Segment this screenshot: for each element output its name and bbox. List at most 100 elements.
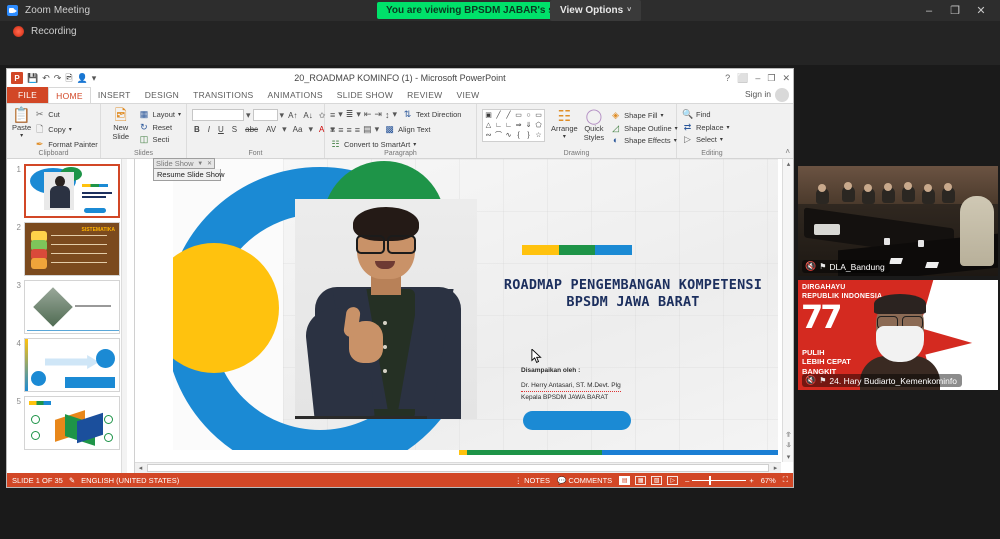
shape-line-icon[interactable]: ╱ bbox=[494, 111, 503, 120]
maximize-button[interactable]: ❐ bbox=[942, 0, 968, 21]
sign-in-link[interactable]: Sign in bbox=[745, 89, 771, 99]
shape-oval-icon[interactable]: ○ bbox=[524, 111, 533, 120]
ppt-restore-button[interactable]: ❐ bbox=[767, 73, 775, 84]
thumbnail-item-3[interactable]: 3 bbox=[7, 278, 134, 336]
select-button[interactable]: ▷ Select ▾ bbox=[682, 134, 730, 145]
video-tile-dla-bandung[interactable]: 🔇 ⚑ DLA_Bandung bbox=[798, 166, 998, 276]
current-slide[interactable]: ROADMAP PENGEMBANGAN KOMPETENSI BPSDM JA… bbox=[173, 159, 778, 455]
resume-slide-show-menu-item[interactable]: Resume Slide Show bbox=[153, 169, 225, 181]
shape-elbow-icon[interactable]: ∟ bbox=[494, 121, 503, 130]
previous-slide-button[interactable]: ⥣ bbox=[783, 432, 793, 440]
help-button[interactable]: ? bbox=[725, 73, 730, 83]
video-tile-hary-budiarto[interactable]: DIRGAHAYU REPUBLIK INDONESIA 77 PULIH LE… bbox=[798, 280, 998, 390]
shape-lbrace-icon[interactable]: { bbox=[514, 131, 523, 140]
redo-icon[interactable]: ↷ bbox=[54, 73, 62, 83]
shape-arrow-icon[interactable]: ╱ bbox=[504, 111, 513, 120]
thumbnail-image[interactable]: SISTEMATIKA bbox=[24, 222, 120, 276]
format-painter-button[interactable]: ✒ Format Painter bbox=[34, 139, 98, 150]
reset-button[interactable]: ↻ Reset bbox=[138, 122, 181, 133]
thumbnail-image[interactable] bbox=[24, 280, 120, 334]
character-spacing-icon[interactable]: AV bbox=[264, 125, 278, 134]
shape-rect-icon[interactable]: ▭ bbox=[514, 111, 523, 120]
text-direction-button[interactable]: ⇅ Text Direction bbox=[402, 109, 462, 120]
zoom-in-button[interactable]: + bbox=[749, 476, 753, 485]
pin-icon[interactable]: ⚑ bbox=[819, 262, 826, 271]
new-slide-button[interactable]: 🖻 New Slide bbox=[106, 108, 135, 141]
align-text-button[interactable]: ▩ Align Text bbox=[384, 124, 430, 135]
replace-button[interactable]: ⇄ Replace ▾ bbox=[682, 122, 730, 133]
shape-star-icon[interactable]: ☆ bbox=[534, 131, 543, 140]
chevron-down-icon[interactable]: ▼ bbox=[197, 161, 203, 167]
tab-design[interactable]: DESIGN bbox=[138, 87, 186, 103]
collapse-ribbon-button[interactable]: ˄ bbox=[785, 147, 790, 156]
slide-editing-area[interactable]: ROADMAP PENGEMBANGAN KOMPETENSI BPSDM JA… bbox=[135, 159, 793, 473]
justify-icon[interactable]: ≡ bbox=[355, 125, 360, 135]
ppt-minimize-button[interactable]: – bbox=[755, 73, 760, 83]
ppt-close-button[interactable]: ✕ bbox=[782, 73, 790, 84]
account-avatar-icon[interactable] bbox=[775, 88, 789, 102]
tab-home[interactable]: HOME bbox=[48, 87, 91, 103]
thumbnail-image[interactable] bbox=[24, 164, 120, 218]
shape-scribble-icon[interactable]: ∾ bbox=[484, 131, 493, 140]
zoom-knob[interactable] bbox=[709, 475, 712, 485]
align-left-icon[interactable]: ≡ bbox=[330, 125, 335, 135]
scroll-up-arrow-icon[interactable]: ▴ bbox=[783, 160, 793, 168]
thumbnail-item-1[interactable]: 1 bbox=[7, 162, 134, 220]
increase-indent-icon[interactable]: ⇥ bbox=[374, 109, 382, 120]
columns-icon[interactable]: ▤ bbox=[363, 124, 372, 135]
shapes-gallery[interactable]: ▣ ╱ ╱ ▭ ○ ▭ △ ∟ ∟ ⇒ ⇓ ⬠ ∾ ⌒ ∿ { } ☆ bbox=[482, 109, 545, 142]
shape-pentagon-icon[interactable]: ⬠ bbox=[534, 121, 543, 130]
thumbnail-image[interactable] bbox=[24, 396, 120, 450]
find-button[interactable]: 🔍 Find bbox=[682, 109, 730, 120]
slide-show-view-button[interactable]: ▷ bbox=[667, 475, 679, 485]
shape-arc-icon[interactable]: ⌒ bbox=[494, 131, 503, 140]
normal-view-button[interactable]: ▤ bbox=[619, 475, 631, 485]
cut-button[interactable]: ✂ Cut bbox=[34, 109, 98, 120]
shape-effects-button[interactable]: ◐ Shape Effects ▾ bbox=[610, 135, 678, 145]
zoom-out-button[interactable]: – bbox=[685, 476, 689, 485]
thumbnail-item-4[interactable]: 4 bbox=[7, 336, 134, 394]
tab-review[interactable]: REVIEW bbox=[400, 87, 449, 103]
thumbnail-item-2[interactable]: 2 SISTEMATIKA bbox=[7, 220, 134, 278]
next-slide-button[interactable]: ⥥ bbox=[783, 442, 793, 450]
zoom-track[interactable] bbox=[692, 475, 747, 485]
shape-triangle-icon[interactable]: △ bbox=[484, 121, 493, 130]
arrange-button[interactable]: ☷ Arrange ▾ bbox=[551, 109, 578, 140]
copy-button[interactable]: 🗋 Copy ▾ bbox=[34, 122, 98, 138]
shape-textbox-icon[interactable]: ▣ bbox=[484, 111, 493, 120]
recording-indicator[interactable]: Recording bbox=[13, 26, 77, 37]
quick-styles-button[interactable]: ◯ Quick Styles bbox=[584, 109, 604, 142]
font-size-input[interactable] bbox=[252, 109, 278, 121]
zoom-level-label[interactable]: 67% bbox=[761, 476, 776, 485]
shape-curve-icon[interactable]: ∿ bbox=[504, 131, 513, 140]
decrease-font-size-icon[interactable]: A↓ bbox=[301, 111, 314, 120]
convert-smartart-button[interactable]: ☷ Convert to SmartArt ▾ bbox=[330, 139, 416, 150]
tab-transitions[interactable]: TRANSITIONS bbox=[186, 87, 260, 103]
horizontal-scroll-thumb[interactable] bbox=[147, 464, 769, 472]
close-button[interactable]: ✕ bbox=[968, 0, 994, 21]
ribbon-display-options-button[interactable]: ⬜ bbox=[737, 73, 748, 84]
shape-down-arrow-icon[interactable]: ⇓ bbox=[524, 121, 533, 130]
save-icon[interactable]: 💾 bbox=[27, 73, 38, 83]
scroll-left-arrow-icon[interactable]: ◂ bbox=[135, 464, 146, 472]
thumbnail-item-5[interactable]: 5 bbox=[7, 394, 134, 452]
underline-icon[interactable]: U bbox=[216, 125, 226, 134]
slideshow-float-header[interactable]: Slide Show ▼ ✕ bbox=[153, 158, 215, 169]
bold-icon[interactable]: B bbox=[192, 125, 202, 134]
close-icon[interactable]: ✕ bbox=[207, 160, 212, 167]
line-spacing-icon[interactable]: ↕ bbox=[385, 110, 390, 120]
tab-file[interactable]: FILE bbox=[7, 87, 49, 103]
tab-slide-show[interactable]: SLIDE SHOW bbox=[330, 87, 400, 103]
scroll-down-arrow-icon[interactable]: ▾ bbox=[783, 453, 793, 461]
tab-insert[interactable]: INSERT bbox=[91, 87, 138, 103]
language-indicator[interactable]: ENGLISH (UNITED STATES) bbox=[81, 476, 179, 485]
spell-check-icon[interactable]: ✎ bbox=[69, 476, 75, 485]
shape-rbrace-icon[interactable]: } bbox=[524, 131, 533, 140]
shadow-icon[interactable]: S bbox=[230, 125, 239, 134]
start-slideshow-icon[interactable]: 🖻 bbox=[65, 73, 72, 83]
vertical-scrollbar[interactable]: ▴ ⥣ ⥥ ▾ bbox=[782, 159, 793, 462]
increase-font-size-icon[interactable]: A↑ bbox=[286, 111, 299, 120]
shape-elbow2-icon[interactable]: ∟ bbox=[504, 121, 513, 130]
notes-button[interactable]: ⋮ NOTES bbox=[515, 476, 550, 485]
zoom-slider[interactable]: – + bbox=[685, 475, 754, 485]
